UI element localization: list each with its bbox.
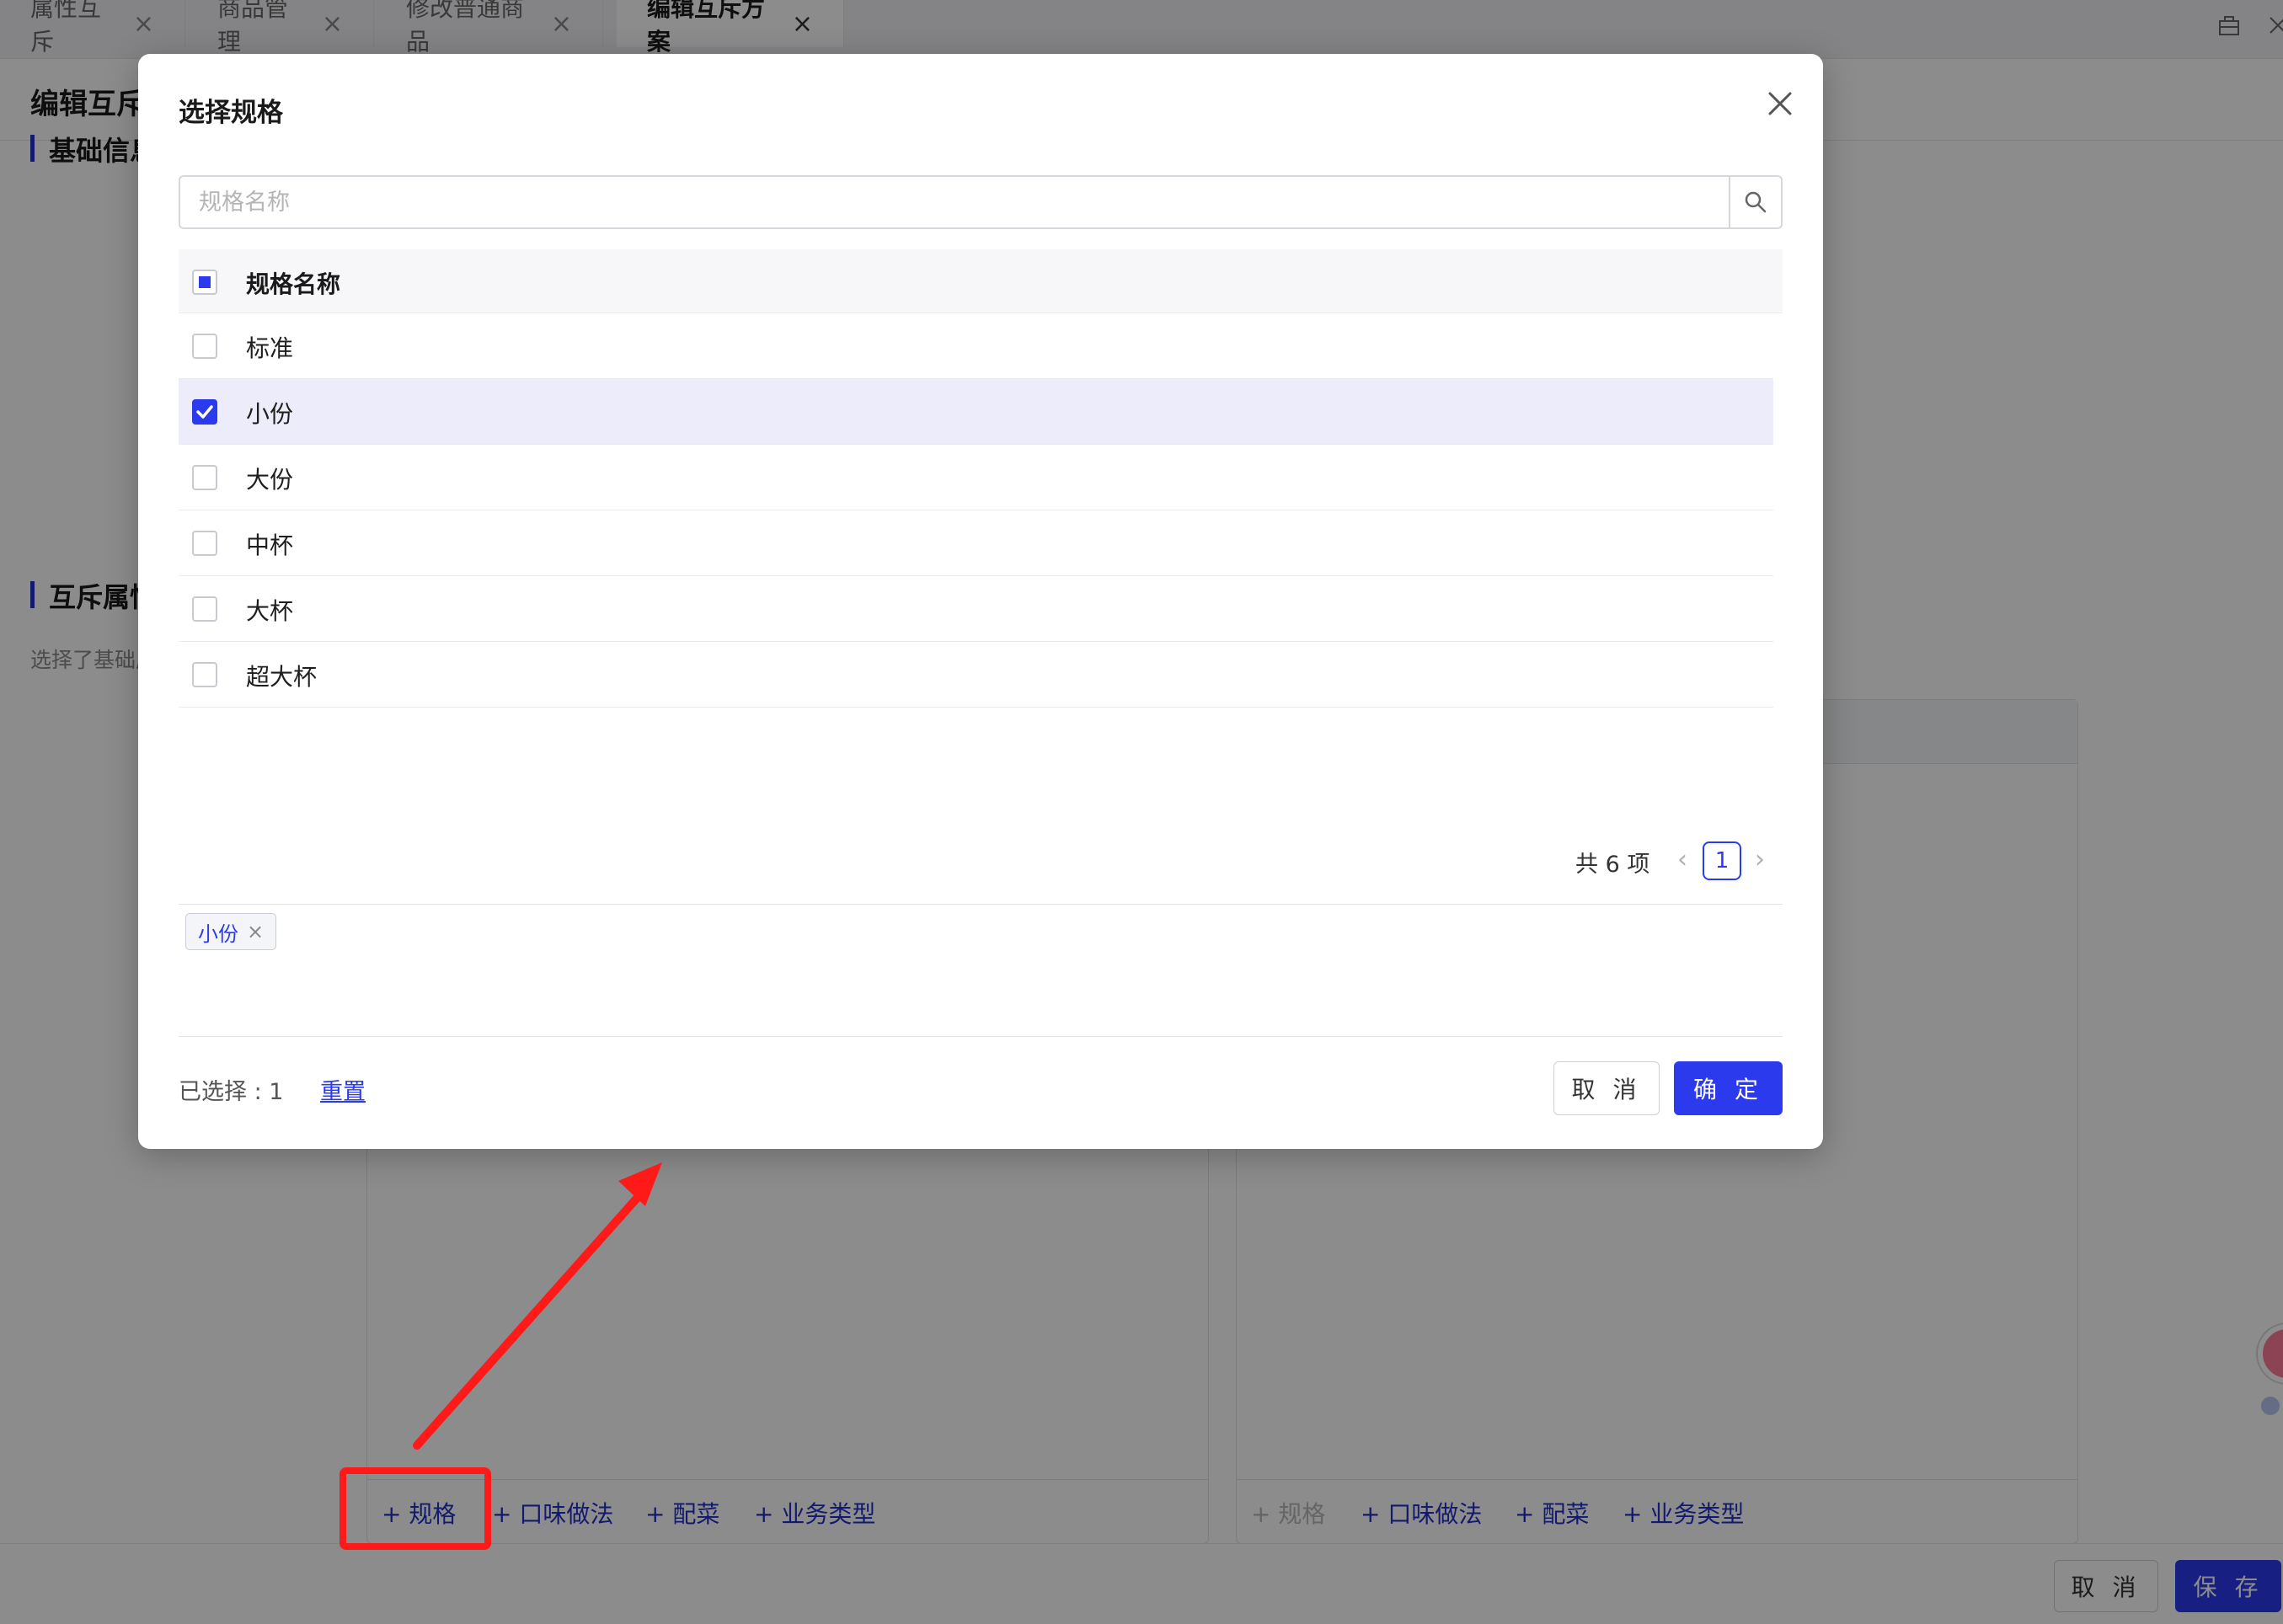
annotation-arrow-icon <box>413 1162 662 1450</box>
